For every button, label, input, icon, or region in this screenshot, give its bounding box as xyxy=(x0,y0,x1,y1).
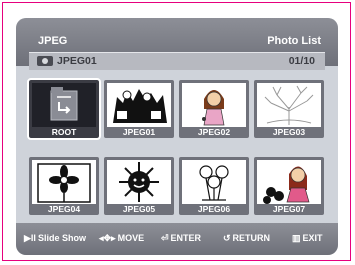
thumbnail-label: JPEG04 xyxy=(47,204,81,214)
photo-list-panel: JPEG Photo List JPEG01 01/10 ROOT JPEG01… xyxy=(16,18,338,255)
return-icon: ↺ xyxy=(223,233,231,243)
thumbnail-jpeg07[interactable]: JPEG07 xyxy=(254,157,324,215)
thumbnail-label: JPEG01 xyxy=(122,127,156,137)
return-label: RETURN xyxy=(232,233,271,243)
thumbnail-label: JPEG06 xyxy=(197,204,231,214)
thumbnail-label: JPEG03 xyxy=(272,127,306,137)
thumbnail-label: JPEG02 xyxy=(197,127,231,137)
exit-hint[interactable]: ▥ EXIT xyxy=(292,233,323,244)
move-hint: ◂✥▸ MOVE xyxy=(99,233,144,244)
thumbnail-label: JPEG07 xyxy=(272,204,306,214)
thumbnail-label: JPEG05 xyxy=(122,204,156,214)
sun-image xyxy=(107,160,171,204)
flower-image xyxy=(32,160,96,204)
footer-bar: ▶II Slide Show ◂✥▸ MOVE ⏎ ENTER ↺ RETURN ▥ EX… xyxy=(16,223,338,255)
move-arrows-icon: ◂✥▸ xyxy=(99,233,116,243)
album-name: JPEG01 xyxy=(57,55,97,67)
camera-icon xyxy=(37,56,53,66)
thumbnail-jpeg02[interactable]: JPEG02 xyxy=(179,80,249,138)
album-bar: JPEG01 01/10 xyxy=(29,52,325,70)
move-label: MOVE xyxy=(117,233,145,243)
thumbnail-jpeg06[interactable]: JPEG06 xyxy=(179,157,249,215)
thumbnail-jpeg03[interactable]: JPEG03 xyxy=(254,80,324,138)
sheep-people-image xyxy=(107,83,171,127)
tree-image xyxy=(257,83,321,127)
folder-up-icon xyxy=(32,83,96,127)
thumbnail-jpeg04[interactable]: JPEG04 xyxy=(29,157,99,215)
enter-icon: ⏎ xyxy=(161,233,169,243)
photo-list-label: Photo List xyxy=(267,35,321,47)
return-hint[interactable]: ↺ RETURN xyxy=(223,233,270,244)
exit-label: EXIT xyxy=(302,233,323,243)
slideshow-label: Slide Show xyxy=(37,233,86,243)
thumbnail-jpeg01[interactable]: JPEG01 xyxy=(104,80,174,138)
thumbnail-jpeg05[interactable]: JPEG05 xyxy=(104,157,174,215)
slideshow-hint[interactable]: ▶II Slide Show xyxy=(24,233,86,244)
thumbnail-label: ROOT xyxy=(51,127,77,137)
exit-icon: ▥ xyxy=(292,233,301,243)
girl-flowers-image xyxy=(257,160,321,204)
enter-hint[interactable]: ⏎ ENTER xyxy=(161,233,201,244)
thumbnail-root[interactable]: ROOT xyxy=(27,78,101,140)
page-title: JPEG xyxy=(38,35,68,47)
flowers-image xyxy=(182,160,246,204)
screen-frame: JPEG Photo List JPEG01 01/10 ROOT JPEG01… xyxy=(2,2,351,261)
page-counter: 01/10 xyxy=(288,55,315,67)
play-pause-icon: ▶II xyxy=(24,233,36,243)
girl-image xyxy=(182,83,246,127)
enter-label: ENTER xyxy=(170,233,202,243)
